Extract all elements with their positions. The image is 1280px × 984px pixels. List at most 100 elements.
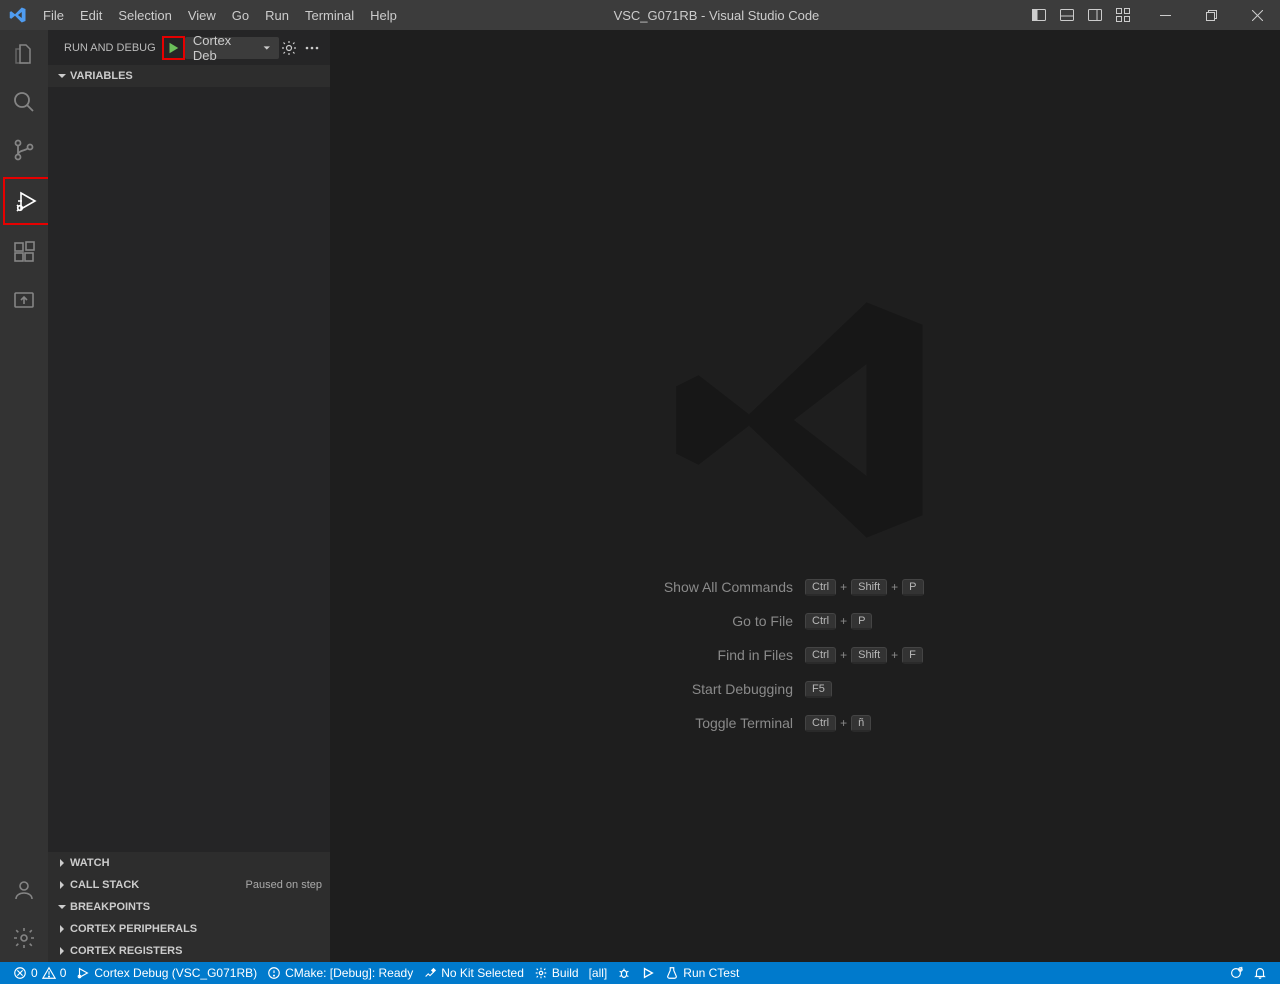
- keyboard-key: P: [902, 579, 923, 596]
- maximize-button[interactable]: [1188, 0, 1234, 30]
- menu-go[interactable]: Go: [224, 0, 257, 30]
- window-controls: [1028, 0, 1280, 30]
- section-label: WATCH: [70, 857, 322, 869]
- hint-row: Go to FileCtrl+P: [415, 604, 1195, 638]
- run-and-debug-icon[interactable]: [3, 177, 51, 225]
- explorer-icon[interactable]: [0, 30, 48, 78]
- editor-hints: Show All CommandsCtrl+Shift+PGo to FileC…: [415, 570, 1195, 740]
- status-feedback-icon[interactable]: [1224, 962, 1248, 984]
- vscode-watermark-icon: [665, 280, 945, 560]
- menu-file[interactable]: File: [35, 0, 72, 30]
- status-errors[interactable]: 0 0: [8, 962, 71, 984]
- debug-more-icon[interactable]: [303, 38, 322, 58]
- hint-label: Start Debugging: [415, 681, 805, 697]
- sidebar-title: RUN AND DEBUG: [64, 42, 156, 54]
- vscode-logo-icon: [0, 6, 35, 24]
- section-callstack[interactable]: CALL STACK Paused on step: [48, 874, 330, 896]
- hint-keys: Ctrl+Shift+F: [805, 647, 1195, 664]
- toggle-secondary-sidebar-icon[interactable]: [1084, 4, 1106, 26]
- status-ctest[interactable]: Run CTest: [660, 962, 744, 984]
- accounts-icon[interactable]: [0, 866, 48, 914]
- status-build[interactable]: Build: [529, 962, 584, 984]
- chevron-down-icon: [56, 70, 70, 82]
- customize-layout-icon[interactable]: [1112, 4, 1134, 26]
- status-bell-icon[interactable]: [1248, 962, 1272, 984]
- activity-bar: [0, 30, 48, 962]
- settings-gear-icon[interactable]: [0, 914, 48, 962]
- section-variables[interactable]: VARIABLES: [48, 65, 330, 87]
- keyboard-key: Ctrl: [805, 579, 836, 596]
- status-text: No Kit Selected: [441, 966, 524, 980]
- section-watch[interactable]: WATCH: [48, 852, 330, 874]
- minimize-button[interactable]: [1142, 0, 1188, 30]
- status-bar: 0 0 Cortex Debug (VSC_G071RB) CMake: [De…: [0, 962, 1280, 984]
- status-text: Build: [552, 966, 579, 980]
- extensions-icon[interactable]: [0, 228, 48, 276]
- status-cmake[interactable]: CMake: [Debug]: Ready: [262, 962, 418, 984]
- status-debug-target[interactable]: Cortex Debug (VSC_G071RB): [71, 962, 262, 984]
- chevron-down-icon: [56, 901, 70, 913]
- section-breakpoints[interactable]: BREAKPOINTS: [48, 896, 330, 918]
- keyboard-key: Shift: [851, 647, 887, 664]
- keyboard-key: F5: [805, 681, 832, 698]
- status-target[interactable]: [all]: [584, 962, 613, 984]
- menu-run[interactable]: Run: [257, 0, 297, 30]
- status-text: Run CTest: [683, 966, 739, 980]
- hint-row: Start DebuggingF5: [415, 672, 1195, 706]
- hint-label: Find in Files: [415, 647, 805, 663]
- toggle-primary-sidebar-icon[interactable]: [1028, 4, 1050, 26]
- open-launch-json-icon[interactable]: [279, 38, 298, 58]
- menu-view[interactable]: View: [180, 0, 224, 30]
- section-cortex-registers[interactable]: CORTEX REGISTERS: [48, 940, 330, 962]
- status-launch-run-icon[interactable]: [636, 962, 660, 984]
- keyboard-key: Shift: [851, 579, 887, 596]
- chevron-right-icon: [56, 945, 70, 957]
- section-label: CORTEX REGISTERS: [70, 945, 322, 957]
- section-label: CORTEX PERIPHERALS: [70, 923, 322, 935]
- hint-row: Find in FilesCtrl+Shift+F: [415, 638, 1195, 672]
- keyboard-key: ñ: [851, 715, 871, 732]
- menu-terminal[interactable]: Terminal: [297, 0, 362, 30]
- xpack-actions-icon[interactable]: [0, 276, 48, 324]
- hint-label: Show All Commands: [415, 579, 805, 595]
- sidebar-header: RUN AND DEBUG Cortex Deb: [48, 30, 330, 65]
- keyboard-key: Ctrl: [805, 613, 836, 630]
- status-kit[interactable]: No Kit Selected: [418, 962, 529, 984]
- section-label: VARIABLES: [70, 70, 322, 82]
- hint-keys: Ctrl+ñ: [805, 715, 1195, 732]
- keyboard-key: Ctrl: [805, 647, 836, 664]
- hint-keys: Ctrl+Shift+P: [805, 579, 1195, 596]
- close-button[interactable]: [1234, 0, 1280, 30]
- menu-selection[interactable]: Selection: [110, 0, 179, 30]
- variables-body: [48, 87, 330, 852]
- warning-count: 0: [60, 966, 67, 980]
- start-debug-button[interactable]: [162, 36, 185, 60]
- hint-keys: F5: [805, 681, 1195, 698]
- menu-edit[interactable]: Edit: [72, 0, 110, 30]
- status-text: CMake: [Debug]: Ready: [285, 966, 413, 980]
- callstack-status: Paused on step: [246, 879, 322, 891]
- chevron-right-icon: [56, 879, 70, 891]
- window-title: VSC_G071RB - Visual Studio Code: [405, 8, 1028, 23]
- source-control-icon[interactable]: [0, 126, 48, 174]
- chevron-right-icon: [56, 923, 70, 935]
- section-cortex-peripherals[interactable]: CORTEX PERIPHERALS: [48, 918, 330, 940]
- search-icon[interactable]: [0, 78, 48, 126]
- menu-help[interactable]: Help: [362, 0, 405, 30]
- hint-label: Go to File: [415, 613, 805, 629]
- toggle-panel-icon[interactable]: [1056, 4, 1078, 26]
- editor-area: Show All CommandsCtrl+Shift+PGo to FileC…: [330, 30, 1280, 962]
- status-text: [all]: [589, 966, 608, 980]
- title-bar: File Edit Selection View Go Run Terminal…: [0, 0, 1280, 30]
- section-label: CALL STACK: [70, 879, 246, 891]
- menu-bar: File Edit Selection View Go Run Terminal…: [35, 0, 405, 30]
- debug-config-name: Cortex Deb: [193, 33, 256, 63]
- status-launch-debug-icon[interactable]: [612, 962, 636, 984]
- hint-label: Toggle Terminal: [415, 715, 805, 731]
- section-label: BREAKPOINTS: [70, 901, 322, 913]
- hint-row: Toggle TerminalCtrl+ñ: [415, 706, 1195, 740]
- debug-sidebar: RUN AND DEBUG Cortex Deb VARIABLES: [48, 30, 330, 962]
- hint-keys: Ctrl+P: [805, 613, 1195, 630]
- debug-config-dropdown[interactable]: Cortex Deb: [185, 37, 279, 59]
- hint-row: Show All CommandsCtrl+Shift+P: [415, 570, 1195, 604]
